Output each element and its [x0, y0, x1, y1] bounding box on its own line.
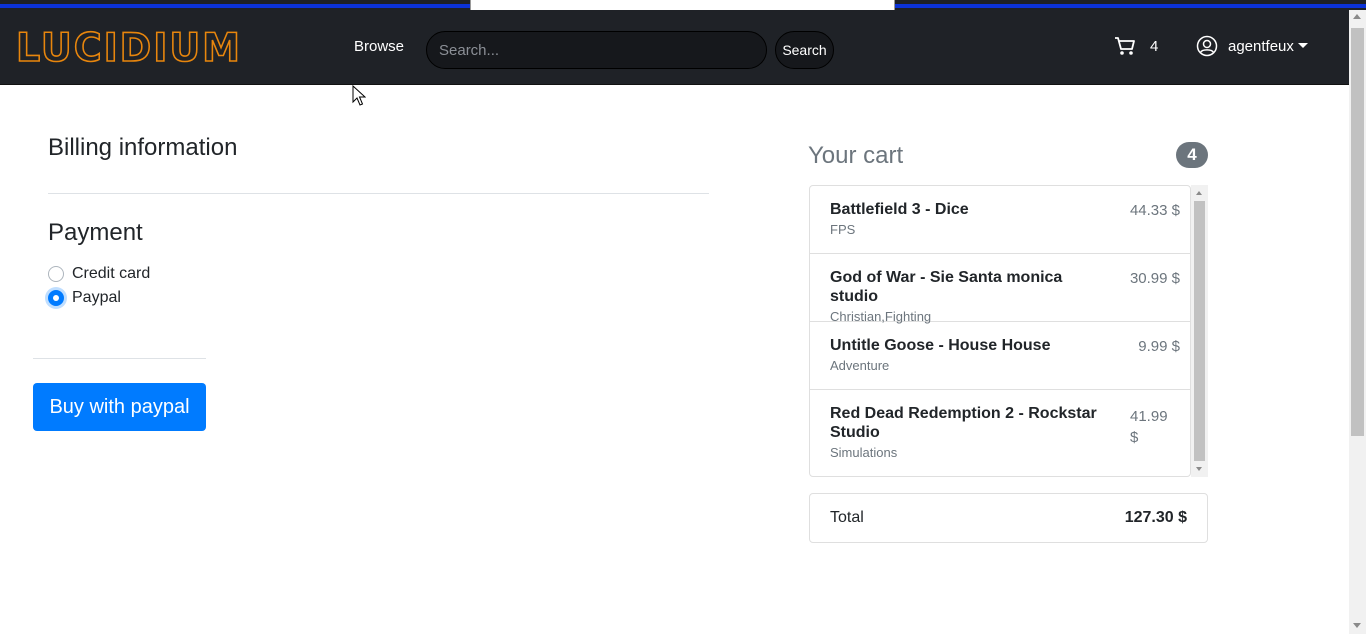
mouse-pointer-icon [352, 85, 366, 106]
user-menu-toggle[interactable]: agentfeux [1196, 35, 1308, 57]
lucidium-logo[interactable]: LUCIDIUM [16, 26, 242, 68]
chevron-down-icon [1297, 42, 1308, 48]
cart-list-scrollbar[interactable] [1191, 185, 1208, 477]
cart-item-price: 30.99 $ [1129, 270, 1180, 287]
search-button[interactable]: Search [775, 31, 834, 69]
page-scrollbar[interactable] [1349, 10, 1366, 634]
scroll-down-arrow-icon[interactable] [1196, 467, 1202, 471]
cart-total: Total 127.30 $ [809, 493, 1208, 543]
cart-item-category: FPS [830, 222, 856, 237]
user-circle-icon [1196, 35, 1218, 57]
scrollbar-thumb[interactable] [1351, 28, 1364, 436]
divider [48, 193, 709, 194]
radio-label: Credit card [72, 265, 151, 282]
cart-item-price: 44.33 $ [1129, 202, 1180, 219]
cart-count: 4 [1150, 37, 1159, 55]
svg-text:LUCIDIUM: LUCIDIUM [16, 26, 242, 68]
cart-item-name: God of War - Sie Santa monica studio [830, 269, 1063, 305]
payment-title: Payment [48, 219, 143, 246]
cart-item-name: Battlefield 3 - Dice [830, 201, 969, 218]
cart-item-price: 9.99 $ [1138, 338, 1180, 355]
cart-item-price: 41.99 $ [1130, 408, 1168, 446]
buy-with-paypal-button[interactable]: Buy with paypal [33, 383, 206, 431]
cart-item-name: Red Dead Redemption 2 - Rockstar Studio [830, 405, 1097, 441]
radio-paypal[interactable]: Paypal [48, 289, 121, 307]
nav-cart-link[interactable]: 4 [1114, 36, 1158, 56]
scrollbar-thumb[interactable] [1194, 201, 1205, 461]
radio-button[interactable] [48, 290, 64, 306]
cart-title: Your cart [808, 142, 904, 169]
billing-title: Billing information [48, 134, 238, 161]
radio-button[interactable] [48, 266, 64, 282]
cart-list-container: Battlefield 3 - Dice FPS 44.33 $ God of … [809, 185, 1208, 477]
scroll-down-arrow-icon[interactable] [1353, 623, 1361, 628]
scroll-up-arrow-icon[interactable] [1196, 191, 1202, 195]
radio-credit-card[interactable]: Credit card [48, 265, 150, 283]
cart-icon [1115, 37, 1135, 55]
cart-count-badge: 4 [1176, 142, 1208, 168]
cart-list: Battlefield 3 - Dice FPS 44.33 $ God of … [809, 185, 1191, 477]
cart-item: Battlefield 3 - Dice FPS 44.33 $ [810, 186, 1190, 254]
cart-item: Untitle Goose - House House Adventure 9.… [810, 322, 1190, 390]
cart-item-category: Adventure [830, 358, 890, 373]
scroll-up-arrow-icon[interactable] [1353, 14, 1361, 19]
total-label: Total [830, 509, 864, 526]
cart-item: Red Dead Redemption 2 - Rockstar Studio … [810, 390, 1190, 476]
radio-label: Paypal [72, 289, 121, 306]
username: agentfeux [1228, 37, 1294, 55]
cart-item: God of War - Sie Santa monica studio Chr… [810, 254, 1190, 324]
navbar: LUCIDIUM Browse Search 4 agentfeux [0, 10, 1349, 85]
cart-item-category: Simulations [830, 445, 898, 460]
nav-browse-link[interactable]: Browse [354, 38, 404, 55]
divider [33, 358, 206, 359]
total-value: 127.30 $ [1124, 509, 1187, 526]
cart-item-name: Untitle Goose - House House [830, 337, 1051, 354]
search-input[interactable] [426, 31, 767, 69]
